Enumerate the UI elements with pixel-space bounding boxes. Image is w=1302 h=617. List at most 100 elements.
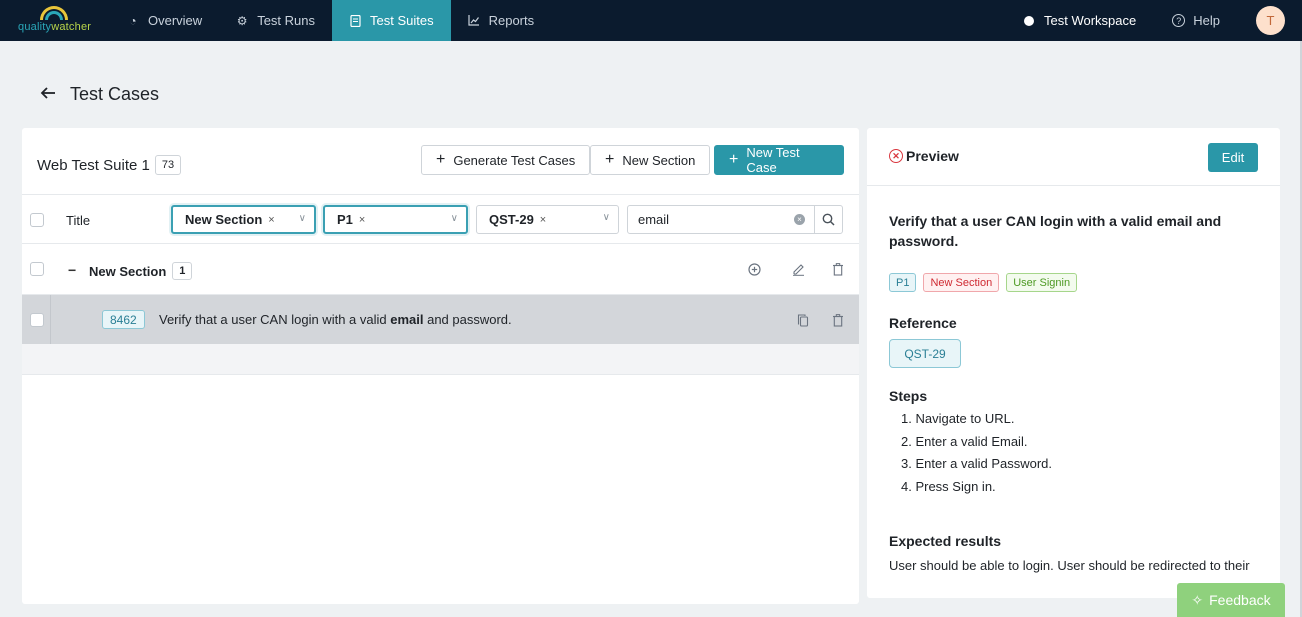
chevron-down-icon: ∨	[298, 213, 306, 224]
preview-title-label: Preview	[906, 148, 959, 164]
trash-icon[interactable]	[831, 313, 845, 327]
section-tag: New Section	[923, 273, 1000, 292]
case-id-badge[interactable]: 8462	[102, 310, 145, 329]
priority-tag: P1	[889, 273, 917, 292]
nav-test-suites-label: Test Suites	[370, 13, 434, 28]
logo-text: qualitywatcher	[18, 21, 92, 33]
expected-results-heading: Expected results	[889, 533, 1002, 549]
list-item: 2. Enter a valid Email.	[901, 433, 1028, 449]
plus-icon: +	[605, 151, 615, 168]
nav-test-runs-label: Test Runs	[257, 13, 315, 28]
workspace-switcher[interactable]: Test Workspace	[1024, 13, 1136, 28]
nav-reports[interactable]: Reports	[451, 0, 552, 41]
help-icon: ?	[1172, 14, 1186, 27]
line-chart-icon	[467, 15, 480, 27]
document-icon	[349, 14, 361, 27]
reference-tag[interactable]: QST-29	[889, 339, 961, 368]
steps-heading: Steps	[889, 388, 928, 404]
gear-icon: ⚙	[236, 13, 248, 28]
plus-icon: +	[436, 151, 446, 168]
clear-section-icon[interactable]: ×	[268, 214, 274, 226]
nav-overview-label: Overview	[148, 13, 203, 28]
priority-filter-value: P1	[337, 212, 353, 227]
sparkle-icon: ✧	[1191, 591, 1204, 608]
preview-title: ✕ Preview	[889, 148, 959, 164]
section-filter-value: New Section	[185, 212, 263, 227]
search-button[interactable]	[814, 206, 842, 233]
preview-tags: P1 New Section User Signin	[889, 273, 1084, 292]
pie-chart-icon: ◔	[129, 13, 137, 28]
section-filter-select[interactable]: New Section × ∨	[171, 205, 316, 234]
section-name: New Section 1	[89, 262, 193, 280]
case-title-part: and password.	[423, 312, 512, 327]
new-section-label: New Section	[622, 152, 696, 168]
case-title-part: Verify that a user CAN login with a vali…	[159, 312, 391, 327]
reference-heading: Reference	[889, 315, 957, 331]
generate-test-cases-button[interactable]: + Generate Test Cases	[421, 145, 591, 175]
workspace-name: Test Workspace	[1044, 13, 1137, 28]
avatar[interactable]: T	[1256, 6, 1285, 35]
filter-row: Title New Section × ∨ P1 × ∨ QST-29 × ∨ …	[22, 194, 859, 244]
empty-row	[22, 344, 859, 375]
help-link[interactable]: ? Help	[1172, 13, 1220, 28]
section-name-label: New Section	[89, 263, 167, 279]
chevron-down-icon: ∨	[602, 212, 610, 223]
list-item: 1. Navigate to URL.	[901, 411, 1015, 426]
feedback-label: Feedback	[1209, 592, 1271, 608]
list-item: 4. Press Sign in.	[901, 478, 996, 494]
table-row[interactable]: 8462 Verify that a user CAN login with a…	[22, 295, 859, 344]
clear-reference-icon[interactable]: ×	[540, 214, 546, 226]
search-field: ×	[627, 205, 843, 234]
suite-name-label: Web Test Suite 1	[37, 156, 150, 174]
search-input[interactable]	[628, 212, 788, 227]
new-test-case-label: New Test Case	[746, 145, 800, 175]
nav-right-group: Test Workspace ? Help T	[1024, 0, 1302, 41]
suite-count-badge: 73	[154, 155, 182, 175]
collapse-minus-icon[interactable]: −	[68, 262, 76, 278]
chevron-down-icon: ∨	[450, 213, 458, 224]
section-row[interactable]: − New Section 1	[22, 244, 859, 295]
page-header: Test Cases	[40, 84, 159, 105]
clear-priority-icon[interactable]: ×	[359, 214, 365, 226]
search-highlight: email	[390, 312, 424, 327]
quality-watcher-logo[interactable]: qualitywatcher	[0, 0, 110, 41]
preview-panel: ✕ Preview Edit Verify that a user CAN lo…	[867, 128, 1280, 598]
nav-test-runs[interactable]: ⚙ Test Runs	[219, 0, 332, 41]
copy-icon[interactable]	[796, 313, 810, 327]
page-title: Test Cases	[70, 84, 160, 104]
generate-test-cases-label: Generate Test Cases	[453, 152, 576, 168]
steps-list: 1. Navigate to URL. 2. Enter a valid Ema…	[901, 411, 1052, 501]
back-arrow-icon[interactable]	[40, 84, 56, 105]
suite-name: Web Test Suite 1 73	[37, 155, 182, 175]
plus-icon: +	[729, 151, 739, 168]
preview-header: ✕ Preview Edit	[867, 128, 1280, 186]
expected-results-text: User should be able to login. User shoul…	[889, 558, 1250, 573]
list-item: 3. Enter a valid Password.	[901, 456, 1053, 471]
label-tag: User Signin	[1006, 273, 1078, 292]
case-checkbox[interactable]	[30, 313, 44, 327]
edit-pencil-icon[interactable]	[791, 262, 805, 276]
title-column-header: Title	[66, 213, 91, 228]
nav-test-suites[interactable]: Test Suites	[332, 0, 451, 41]
feedback-button[interactable]: ✧ Feedback	[1177, 583, 1285, 617]
search-icon	[822, 213, 835, 226]
case-title[interactable]: Verify that a user CAN login with a vali…	[159, 312, 512, 327]
nav-reports-label: Reports	[488, 13, 535, 28]
add-circle-icon[interactable]	[747, 262, 761, 276]
clear-search-icon[interactable]: ×	[794, 214, 805, 225]
preview-case-title: Verify that a user CAN login with a vali…	[889, 213, 1222, 249]
reference-filter-select[interactable]: QST-29 × ∨	[476, 205, 619, 234]
trash-icon[interactable]	[831, 262, 845, 276]
workspace-dot-icon	[1024, 15, 1034, 26]
priority-filter-select[interactable]: P1 × ∨	[323, 205, 468, 234]
section-count-badge: 1	[172, 262, 193, 280]
close-icon[interactable]: ✕	[889, 149, 903, 163]
edit-button[interactable]: Edit	[1208, 143, 1258, 172]
nav-overview[interactable]: ◔ Overview	[110, 0, 219, 41]
reference-filter-value: QST-29	[489, 212, 534, 227]
top-navbar: qualitywatcher ◔ Overview ⚙ Test Runs Te…	[0, 0, 1302, 41]
new-test-case-button[interactable]: + New Test Case	[714, 145, 844, 175]
section-checkbox[interactable]	[30, 262, 44, 276]
select-all-checkbox[interactable]	[30, 213, 44, 227]
new-section-button[interactable]: + New Section	[590, 145, 711, 175]
